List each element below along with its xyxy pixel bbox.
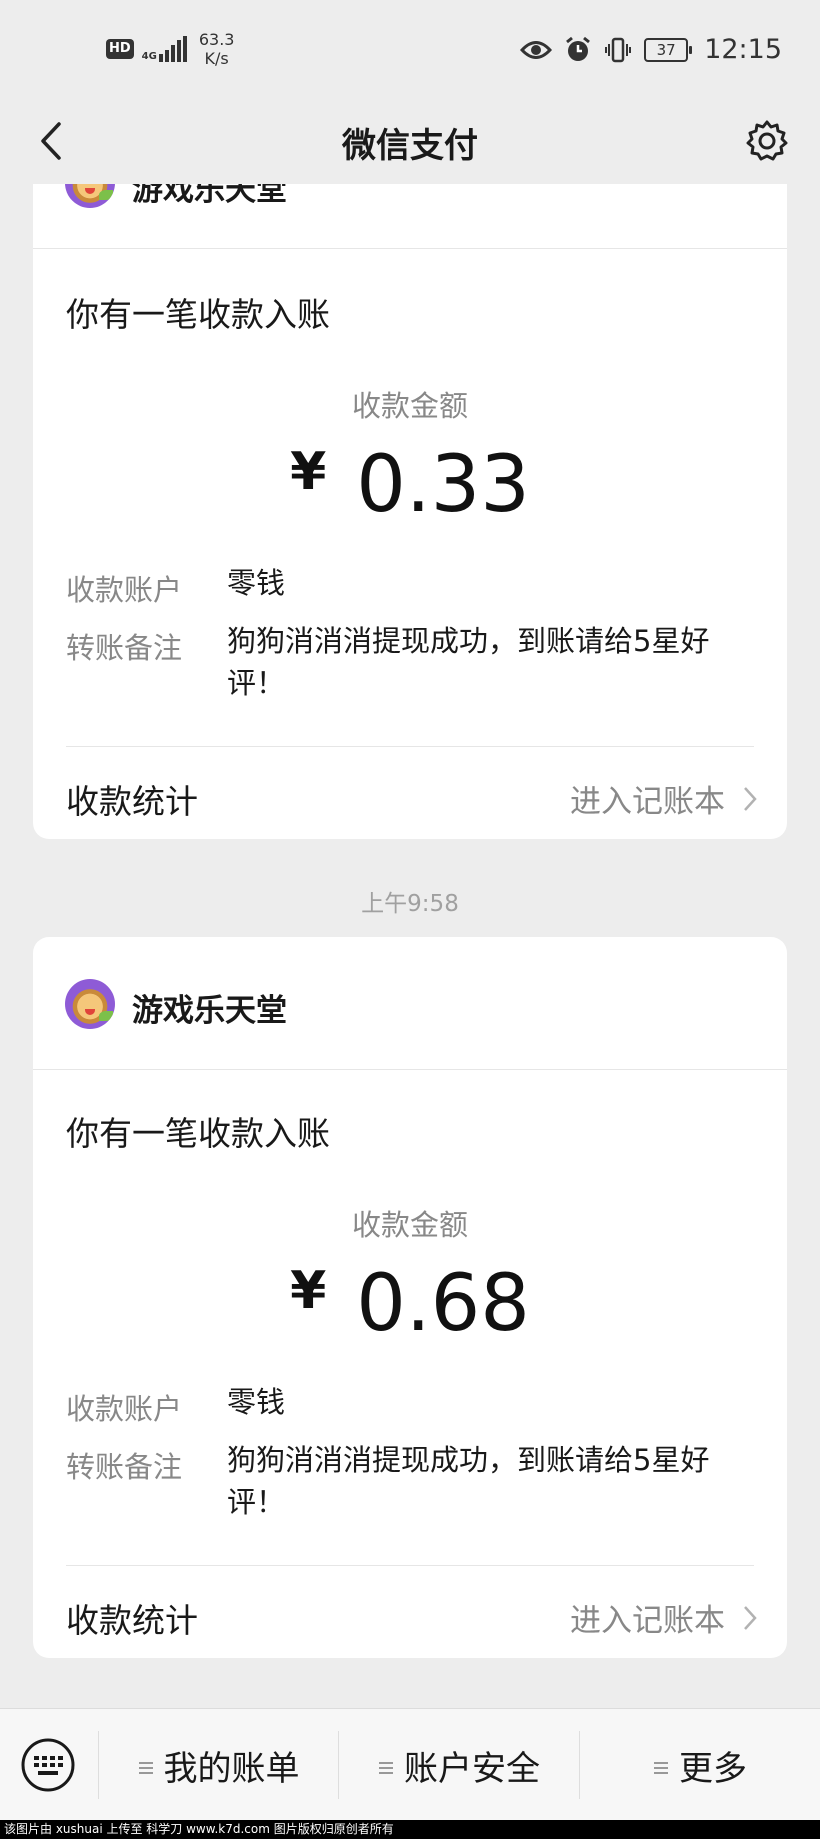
menu-more[interactable]: 更多: [580, 1709, 820, 1821]
battery-icon: 37: [644, 37, 693, 62]
remark-label: 转账备注: [66, 631, 183, 665]
currency-symbol: ¥: [290, 1261, 327, 1321]
menu-label: 账户安全: [404, 1748, 540, 1789]
menu-my-bills[interactable]: 我的账单: [99, 1709, 338, 1821]
chevron-right-icon: [743, 786, 757, 812]
keyboard-icon[interactable]: [20, 1737, 76, 1793]
amount-value: ¥0.68: [33, 1259, 787, 1349]
ledger-link[interactable]: 进入记账本: [570, 776, 757, 821]
divider: [66, 1565, 754, 1566]
remark-value: 狗狗消消消提现成功，到账请给5星好评！: [227, 1443, 710, 1519]
status-time: 12:15: [704, 34, 782, 65]
menu-lines-icon: [653, 1745, 669, 1785]
nav-bar: 微信支付: [0, 100, 820, 184]
account-label: 收款账户: [66, 1392, 183, 1426]
vibrate-icon: [604, 36, 632, 64]
chevron-right-icon: [743, 1605, 757, 1631]
payment-card[interactable]: 游戏乐天堂 你有一笔收款入账 收款金额 ¥0.33 收款账户 零钱 转账备注 狗…: [33, 100, 787, 839]
account-value: 零钱: [227, 566, 286, 600]
ledger-link-label: 进入记账本: [570, 784, 725, 820]
amount-number: 0.33: [356, 440, 530, 530]
currency-symbol: ¥: [290, 442, 327, 502]
speed-value: 63.3: [198, 30, 235, 49]
gear-icon[interactable]: [742, 116, 792, 166]
ledger-link-label: 进入记账本: [570, 1603, 725, 1639]
remark-value: 狗狗消消消提现成功，到账请给5星好评！: [227, 624, 710, 700]
card-header: 游戏乐天堂: [33, 937, 787, 1070]
stat-label: 收款统计: [66, 782, 198, 821]
merchant-name: 游戏乐天堂: [132, 993, 287, 1029]
menu-lines-icon: [378, 1745, 394, 1785]
status-bar: HD 4G 63.3 K/s 37 12:15: [0, 0, 820, 100]
amount-label: 收款金额: [351, 389, 468, 423]
account-value: 零钱: [227, 1385, 286, 1419]
eye-icon: [520, 39, 553, 61]
ledger-link[interactable]: 进入记账本: [570, 1595, 757, 1640]
menu-account-security[interactable]: 账户安全: [339, 1709, 579, 1821]
merchant-avatar: [65, 979, 115, 1029]
amount-label: 收款金额: [351, 1208, 468, 1242]
page-title: 微信支付: [342, 126, 478, 166]
account-label: 收款账户: [66, 573, 183, 607]
payment-card[interactable]: 游戏乐天堂 你有一笔收款入账 收款金额 ¥0.68 收款账户 零钱 转账备注 狗…: [33, 937, 787, 1658]
message-timestamp: 上午9:58: [361, 891, 459, 917]
network-speed: 63.3 K/s: [199, 30, 235, 68]
remark-label: 转账备注: [66, 1450, 183, 1484]
network-type: 4G: [141, 51, 157, 62]
hd-badge: HD: [106, 39, 134, 59]
menu-label: 我的账单: [163, 1748, 300, 1789]
stat-label: 收款统计: [66, 1601, 198, 1640]
divider: [66, 746, 754, 747]
card-title: 你有一笔收款入账: [66, 1114, 330, 1153]
card-title: 你有一笔收款入账: [66, 295, 330, 334]
amount-number: 0.68: [356, 1259, 530, 1349]
speed-unit: K/s: [204, 49, 229, 68]
alarm-icon: [564, 36, 592, 64]
amount-value: ¥0.33: [33, 440, 787, 530]
watermark-text: 该图片由 xushuai 上传至 科学刀 www.k7d.com 图片版权归原创…: [0, 1820, 820, 1839]
menu-lines-icon: [138, 1745, 154, 1785]
menu-label: 更多: [679, 1748, 747, 1789]
bottom-menu-bar: 我的账单 账户安全 更多: [0, 1708, 820, 1821]
signal-icon: 4G: [142, 36, 189, 62]
